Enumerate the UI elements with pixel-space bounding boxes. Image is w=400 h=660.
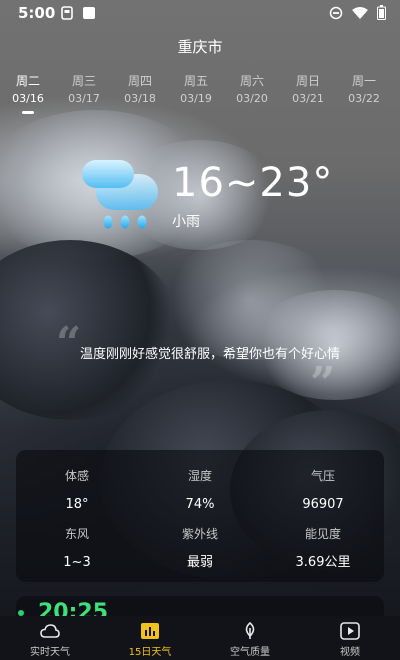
day-date: 03/18 — [124, 92, 156, 105]
nav-label: 15日天气 — [128, 647, 172, 658]
detail-value: 最弱 — [186, 555, 213, 570]
detail-label: 体感 — [64, 469, 89, 483]
quote-open-icon: “ — [56, 318, 82, 369]
detail-label: 气压 — [310, 469, 335, 483]
day-date: 03/16 — [12, 92, 44, 105]
status-time: 5:00 — [18, 4, 56, 22]
detail-label: 东风 — [64, 527, 89, 541]
weather-condition: 小雨 — [172, 214, 200, 230]
day-date: 03/22 — [348, 92, 380, 105]
detail-value: 3.69公里 — [295, 555, 351, 570]
nav-label: 空气质量 — [230, 647, 270, 658]
detail-value: 18° — [65, 497, 89, 512]
day-name: 周二 — [15, 74, 40, 88]
city-title[interactable]: 重庆市 — [0, 36, 400, 57]
detail-uv: 紫外线 最弱 — [139, 526, 261, 572]
cloud-icon — [0, 622, 100, 640]
detail-value: 96907 — [302, 497, 344, 512]
day-name: 周日 — [295, 74, 320, 88]
nav-15-day-weather[interactable]: 15日天气 — [100, 616, 200, 660]
day-tab[interactable]: 周三 03/17 — [56, 72, 112, 114]
day-date: 03/21 — [292, 92, 324, 105]
nav-label: 实时天气 — [30, 647, 70, 658]
day-tab[interactable]: 周二 03/16 — [0, 72, 56, 114]
quote-close-icon: ” — [310, 358, 336, 409]
bottom-nav: 实时天气 15日天气 空气质量 视频 — [0, 616, 400, 660]
bar-chart-icon — [100, 622, 200, 640]
video-play-icon — [300, 622, 400, 640]
day-tabs: 周二 03/16 周三 03/17 周四 03/18 周五 03/19 周六 0… — [0, 72, 400, 114]
battery-icon — [377, 5, 386, 24]
day-tab[interactable]: 周四 03/18 — [112, 72, 168, 114]
detail-humidity: 湿度 74% — [139, 468, 261, 514]
day-tab[interactable]: 周五 03/19 — [168, 72, 224, 114]
light-rain-cloud-icon — [80, 158, 160, 233]
app-notification-icon — [82, 5, 96, 24]
day-tab[interactable]: 周六 03/20 — [224, 72, 280, 114]
day-date: 03/20 — [236, 92, 268, 105]
status-bar: 5:00 — [0, 0, 400, 26]
do-not-disturb-icon — [329, 5, 343, 24]
day-tab[interactable]: 周一 03/22 — [336, 72, 392, 114]
detail-pressure: 气压 96907 — [262, 468, 384, 514]
detail-visibility: 能见度 3.69公里 — [262, 526, 384, 572]
notification-icon — [60, 5, 74, 24]
temperature-range: 16~23° — [172, 160, 334, 206]
nav-label: 视频 — [340, 647, 360, 658]
nav-realtime-weather[interactable]: 实时天气 — [0, 616, 100, 660]
day-name: 周一 — [351, 74, 376, 88]
day-date: 03/17 — [68, 92, 100, 105]
leaf-icon — [200, 622, 300, 640]
detail-label: 湿度 — [187, 469, 212, 483]
detail-feels-like: 体感 18° — [16, 468, 138, 514]
detail-label: 紫外线 — [181, 527, 218, 541]
detail-value: 74% — [185, 497, 215, 512]
day-name: 周六 — [239, 74, 264, 88]
day-name: 周三 — [71, 74, 96, 88]
wifi-icon — [352, 5, 368, 24]
day-name: 周五 — [183, 74, 208, 88]
day-date: 03/19 — [180, 92, 212, 105]
selected-day-indicator — [22, 111, 34, 114]
nav-air-quality[interactable]: 空气质量 — [200, 616, 300, 660]
detail-value: 1~3 — [63, 555, 91, 570]
day-name: 周四 — [127, 74, 152, 88]
nav-video[interactable]: 视频 — [300, 616, 400, 660]
detail-wind: 东风 1~3 — [16, 526, 138, 572]
detail-label: 能见度 — [304, 527, 341, 541]
day-tab[interactable]: 周日 03/21 — [280, 72, 336, 114]
weather-details-card: 体感 18° 湿度 74% 气压 96907 东风 1~3 紫外线 最弱 能见度… — [16, 450, 384, 582]
